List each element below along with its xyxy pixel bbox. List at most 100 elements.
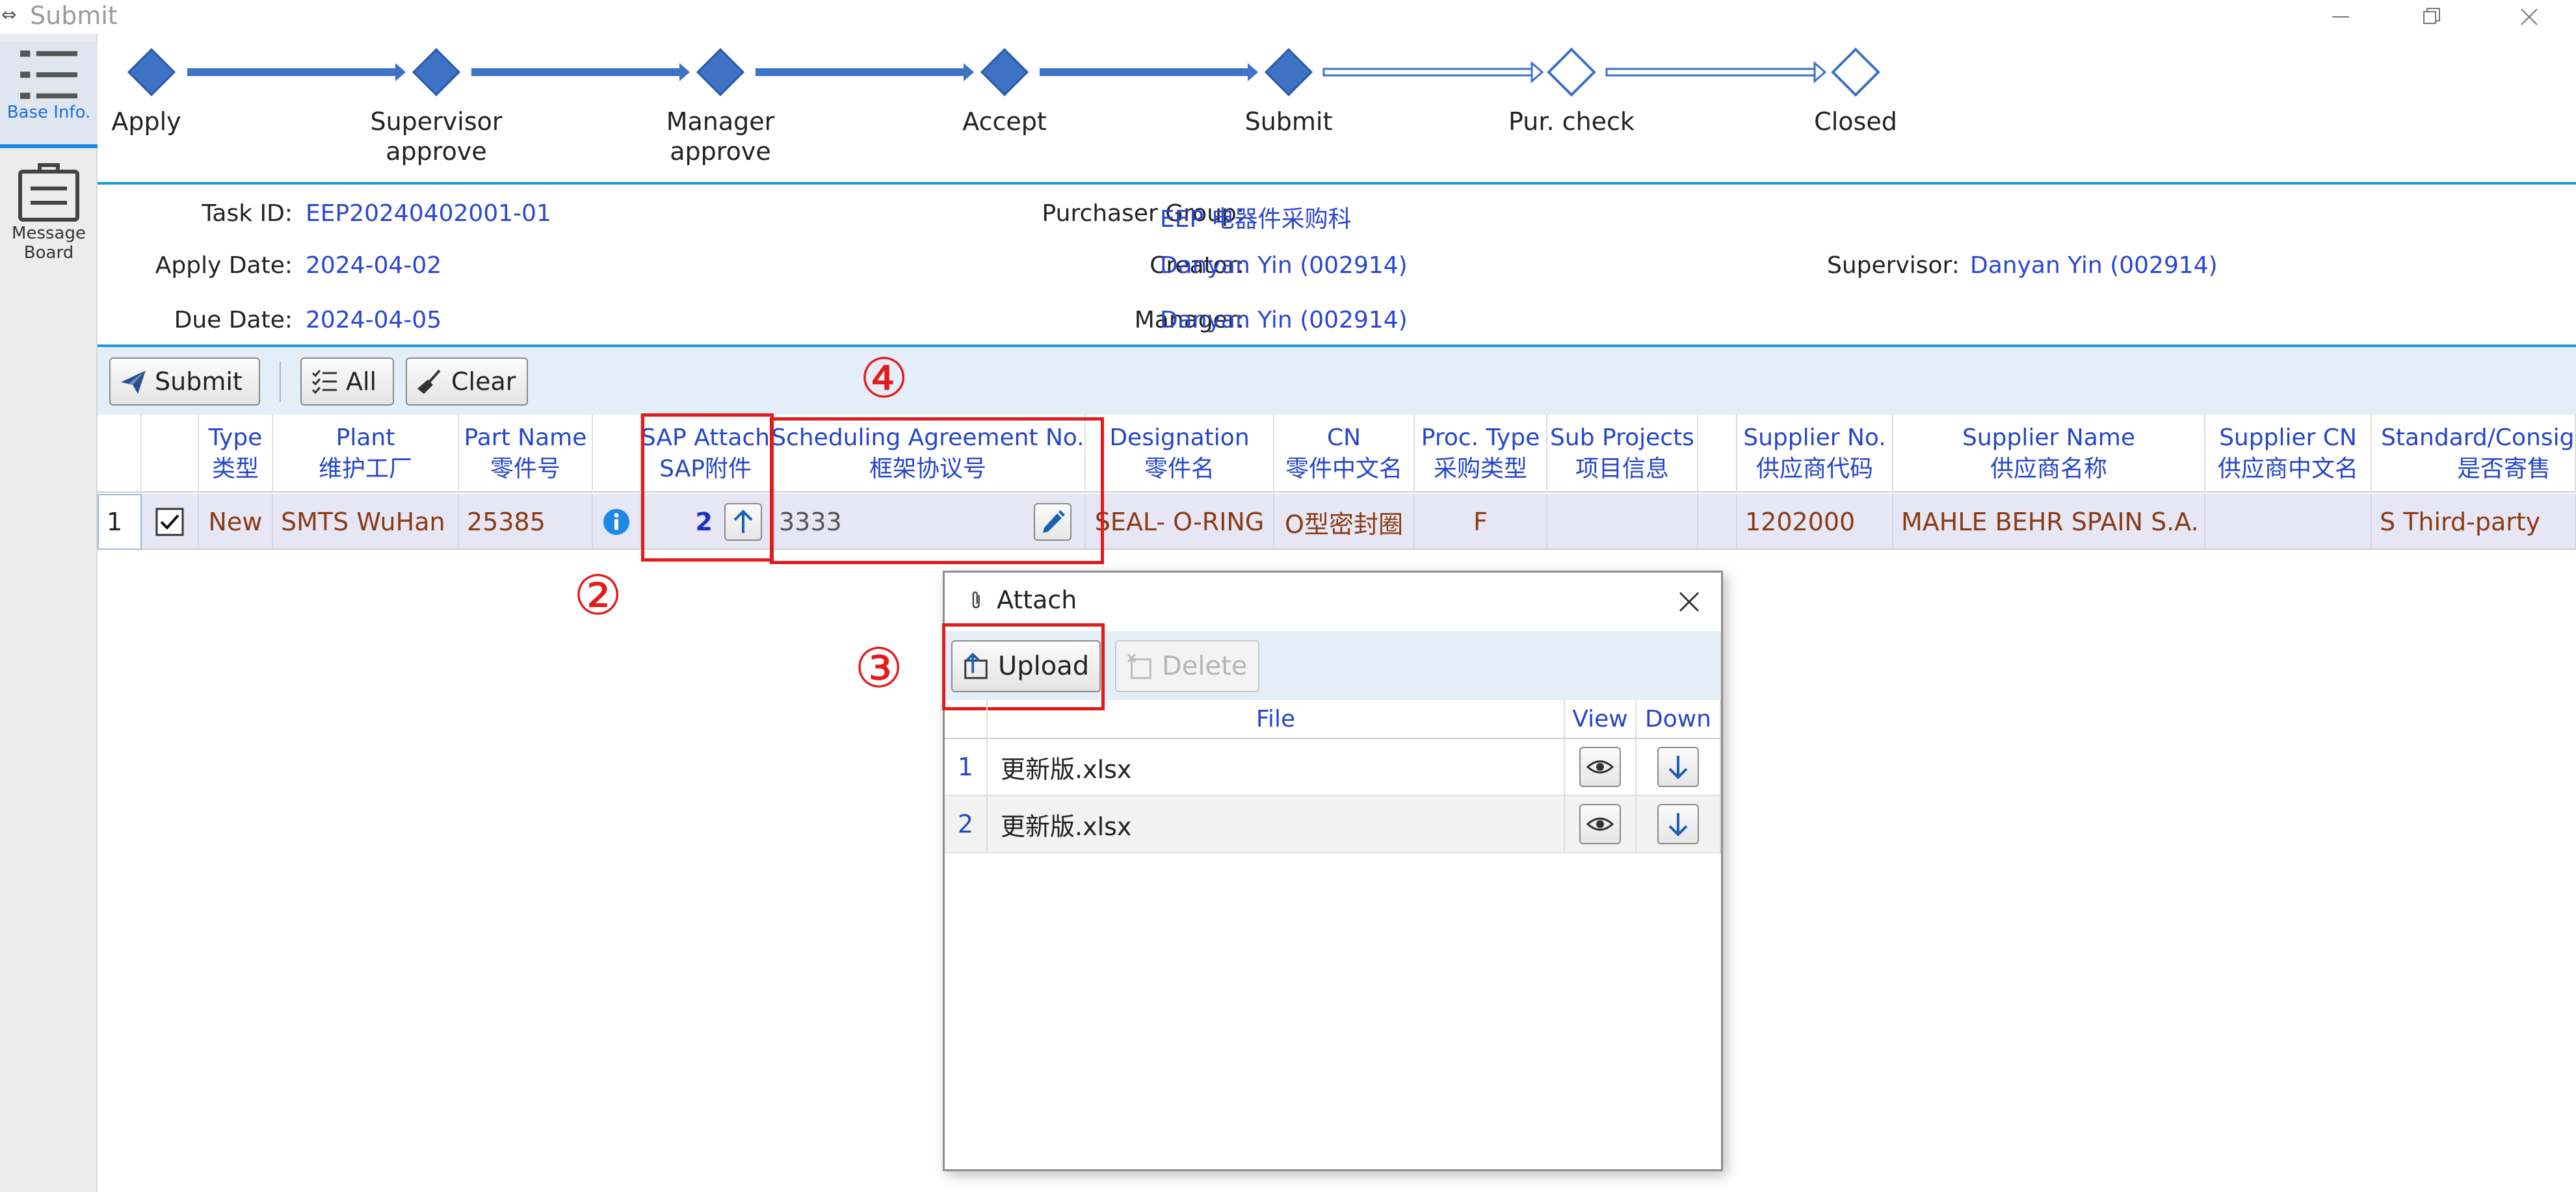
due-date-value: 2024-04-05: [306, 307, 442, 333]
col-header-plant[interactable]: Plant 维护工厂: [273, 415, 459, 493]
task-info-panel: Task ID: EEP20240402001-01 Apply Date: 2…: [98, 185, 2576, 347]
attachment-download-cell: [1636, 739, 1721, 795]
select-all-label: All: [346, 367, 377, 396]
col-header-part-name-en: Part Name: [464, 424, 587, 451]
sidebar-item-base-info[interactable]: Base Info.: [0, 42, 98, 148]
clear-button[interactable]: Clear: [406, 357, 528, 406]
col-header-supplier-name-cn: 供应商名称: [1990, 456, 2107, 482]
download-file-button[interactable]: [1657, 747, 1699, 787]
col-header-rownum: [98, 415, 142, 493]
cell-blank: [1698, 494, 1737, 550]
attachment-view-cell: [1565, 796, 1636, 852]
checkbox-checked-icon: [155, 508, 184, 536]
col-header-supplier-name-en: Supplier Name: [1962, 424, 2135, 451]
col-header-designation[interactable]: Designation 零件名: [1086, 415, 1274, 493]
task-id-value: EEP20240402001-01: [306, 200, 551, 227]
list-icon: [20, 50, 77, 99]
cell-standard-consign[interactable]: S Third-party: [2372, 494, 2576, 550]
step-closed-marker: [1831, 47, 1880, 97]
submit-button[interactable]: Submit: [109, 357, 260, 406]
attach-col-header-view[interactable]: View: [1565, 700, 1636, 739]
download-file-button[interactable]: [1657, 804, 1699, 844]
cell-supplier-name[interactable]: MAHLE BEHR SPAIN S.A.: [1893, 494, 2205, 550]
title-bar: ⇔ Submit: [0, 0, 2576, 34]
step-connector: [1322, 60, 1544, 84]
attachment-row[interactable]: 1 更新版.xlsx: [945, 739, 1721, 796]
col-header-info: [593, 415, 641, 493]
step-connector: [1605, 60, 1827, 84]
step-connector: [187, 63, 406, 81]
col-header-supplier-no-cn: 供应商代码: [1755, 456, 1873, 482]
attach-col-header-down[interactable]: Down: [1636, 700, 1721, 739]
col-header-blank: [1698, 415, 1737, 493]
cell-proc-type[interactable]: F: [1415, 494, 1547, 550]
eye-icon: [1586, 760, 1614, 773]
attach-col-header-file[interactable]: File: [988, 700, 1565, 739]
grid-header: Type 类型 Plant 维护工厂 Part Name 零件号 SAP Att…: [98, 415, 2576, 493]
attachment-row-number: 1: [945, 739, 988, 795]
sidebar-item-label: Message Board: [12, 224, 86, 263]
col-header-type[interactable]: Type 类型: [199, 415, 273, 493]
delete-button[interactable]: Delete: [1115, 640, 1259, 692]
supervisor-value: Danyan Yin (002914): [1970, 252, 2218, 279]
col-header-sub-projects[interactable]: Sub Projects 项目信息: [1547, 415, 1698, 493]
col-header-proc-type[interactable]: Proc. Type 采购类型: [1415, 415, 1547, 493]
close-window-button[interactable]: [2490, 0, 2568, 34]
apply-date-label: Apply Date:: [155, 252, 293, 279]
select-all-button[interactable]: All: [300, 357, 394, 406]
close-icon: [2521, 8, 2538, 25]
dialog-close-button[interactable]: [1666, 580, 1712, 623]
cell-designation[interactable]: SEAL- O-RING: [1086, 494, 1274, 550]
clipboard-icon: [18, 163, 79, 222]
col-header-supplier-cn[interactable]: Supplier CN 供应商中文名: [2205, 415, 2372, 493]
step-label-submit: Submit: [1244, 107, 1333, 136]
dialog-title-bar: Attach: [945, 573, 1721, 631]
cell-plant[interactable]: SMTS WuHan: [273, 494, 459, 550]
col-header-proc-type-en: Proc. Type: [1421, 424, 1540, 451]
table-row[interactable]: 1 New SMTS WuHan 25385 2 3333 SEAL- O-RI…: [98, 494, 2576, 550]
dialog-title: Attach: [997, 586, 1077, 614]
row-select-checkbox[interactable]: [142, 494, 199, 550]
annotation-box-upload: [942, 623, 1105, 710]
cell-supplier-no[interactable]: 1202000: [1737, 494, 1893, 550]
annotation-number-3: ③: [854, 636, 904, 700]
col-header-proc-type-cn: 采购类型: [1433, 456, 1527, 482]
view-file-button[interactable]: [1579, 804, 1621, 844]
col-header-plant-en: Plant: [335, 424, 395, 451]
step-label-manager-approve: Manager approve: [666, 107, 775, 166]
col-header-select[interactable]: [142, 415, 199, 493]
attachment-row[interactable]: 2 更新版.xlsx: [945, 796, 1721, 853]
attachment-file-name[interactable]: 更新版.xlsx: [988, 796, 1565, 852]
col-header-designation-cn: 零件名: [1144, 456, 1215, 482]
step-connector: [756, 63, 974, 81]
restore-button[interactable]: [2393, 0, 2471, 34]
sidebar-item-label: Base Info.: [7, 103, 91, 122]
cell-cn[interactable]: O型密封圈: [1274, 494, 1415, 550]
apply-date-value: 2024-04-02: [306, 252, 442, 279]
col-header-standard-consign[interactable]: Standard/Consign 是否寄售: [2372, 415, 2576, 493]
step-label-accept: Accept: [962, 107, 1047, 136]
col-header-type-cn: 类型: [211, 456, 259, 482]
cell-sub-projects[interactable]: [1547, 494, 1698, 550]
col-header-part-name-cn: 零件号: [490, 456, 560, 482]
cell-supplier-cn[interactable]: [2205, 494, 2372, 550]
col-header-cn[interactable]: CN 零件中文名: [1274, 415, 1415, 493]
col-header-supplier-name[interactable]: Supplier Name 供应商名称: [1893, 415, 2205, 493]
col-header-part-name[interactable]: Part Name 零件号: [459, 415, 593, 493]
manager-value: Danyan Yin (002914): [1160, 307, 1408, 333]
delete-button-label: Delete: [1162, 651, 1248, 681]
view-file-button[interactable]: [1579, 747, 1621, 787]
col-header-standard-cn: 是否寄售: [2456, 456, 2551, 482]
annotation-number-4: ④: [860, 346, 909, 410]
grid-toolbar: Submit All Clear: [98, 347, 2576, 415]
attachment-file-name[interactable]: 更新版.xlsx: [988, 739, 1565, 795]
cell-part-name[interactable]: 25385: [459, 494, 593, 550]
row-number: 1: [98, 494, 142, 550]
col-header-standard-en: Standard/Consign: [2381, 424, 2576, 451]
cell-type[interactable]: New: [199, 494, 273, 550]
sidebar-item-message-board[interactable]: Message Board: [0, 155, 98, 272]
row-info-button[interactable]: [593, 494, 641, 550]
minimize-button[interactable]: [2302, 0, 2380, 34]
annotation-box-scheduling: [770, 417, 1104, 564]
col-header-supplier-no[interactable]: Supplier No. 供应商代码: [1737, 415, 1893, 493]
